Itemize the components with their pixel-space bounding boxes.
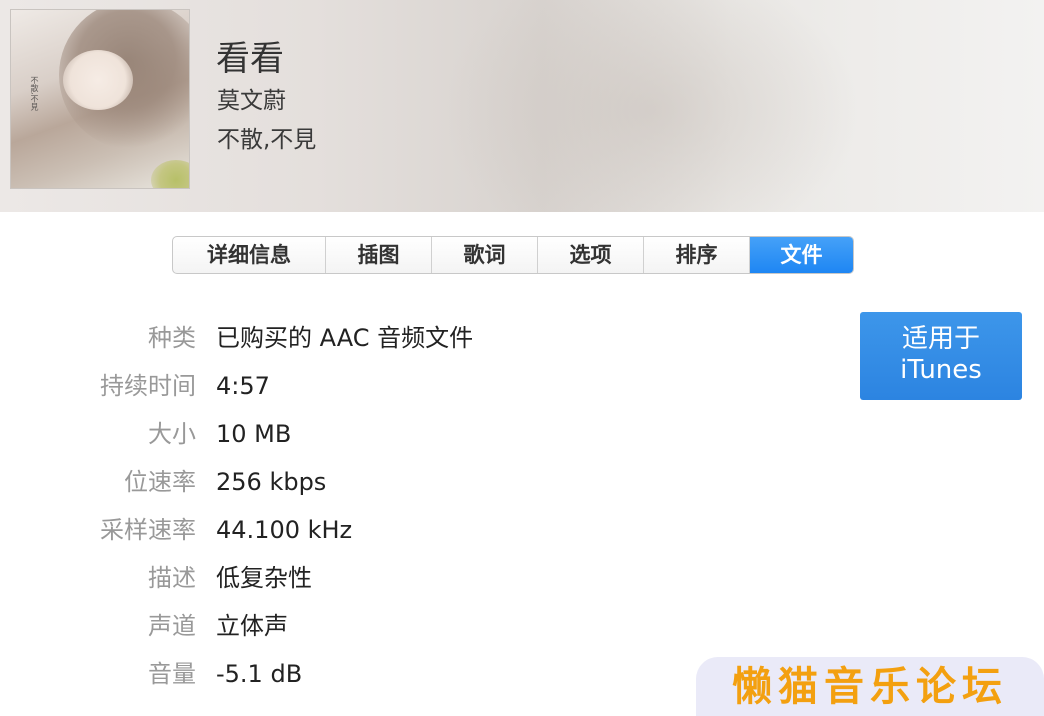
size-label: 大小 bbox=[148, 420, 196, 448]
volume-label: 音量 bbox=[148, 660, 196, 688]
artwork-face bbox=[63, 50, 133, 110]
bitrate-value: 256 kbps bbox=[216, 468, 327, 496]
info-row-size: 大小 bbox=[0, 414, 196, 454]
duration-value: 4:57 bbox=[216, 372, 270, 400]
info-row-duration: 持续时间 bbox=[0, 366, 196, 406]
song-artist: 莫文蔚 bbox=[217, 88, 286, 114]
duration-label: 持续时间 bbox=[100, 372, 196, 400]
forum-watermark: 懒猫音乐论坛 bbox=[696, 657, 1044, 716]
info-row-channels: 声道 bbox=[0, 606, 196, 646]
info-tabs: 详细信息 插图 歌词 选项 排序 文件 bbox=[172, 236, 854, 274]
bitrate-label: 位速率 bbox=[124, 468, 196, 496]
artwork-title-text: 不散,不見 bbox=[30, 76, 39, 111]
info-row-sample-rate: 采样速率 bbox=[0, 510, 196, 550]
tab-sorting[interactable]: 排序 bbox=[644, 237, 750, 273]
sample-rate-label: 采样速率 bbox=[100, 516, 196, 544]
song-header: 不散,不見 看看 莫文蔚 不散,不見 bbox=[0, 0, 1044, 212]
channels-value: 立体声 bbox=[216, 612, 288, 640]
tab-options[interactable]: 选项 bbox=[538, 237, 644, 273]
tab-artwork[interactable]: 插图 bbox=[326, 237, 432, 273]
size-value: 10 MB bbox=[216, 420, 292, 448]
info-row-kind: 种类 bbox=[0, 318, 196, 358]
tab-lyrics[interactable]: 歌词 bbox=[432, 237, 538, 273]
tab-details[interactable]: 详细信息 bbox=[173, 237, 326, 273]
itunes-button-line2: iTunes bbox=[900, 355, 982, 385]
kind-value: 已购买的 AAC 音频文件 bbox=[216, 324, 474, 352]
volume-value: -5.1 dB bbox=[216, 660, 303, 688]
description-value: 低复杂性 bbox=[216, 564, 312, 592]
info-row-description: 描述 bbox=[0, 558, 196, 598]
description-label: 描述 bbox=[148, 564, 196, 592]
album-artwork[interactable]: 不散,不見 bbox=[10, 9, 190, 189]
song-title: 看看 bbox=[216, 39, 284, 79]
song-info-window: 不散,不見 看看 莫文蔚 不散,不見 详细信息 插图 歌词 选项 排序 文件 种… bbox=[0, 0, 1044, 716]
info-row-volume: 音量 bbox=[0, 654, 196, 694]
tab-file[interactable]: 文件 bbox=[750, 237, 853, 273]
channels-label: 声道 bbox=[148, 612, 196, 640]
itunes-button-line1: 适用于 bbox=[901, 324, 980, 354]
kind-label: 种类 bbox=[148, 324, 196, 352]
header-background bbox=[440, 0, 860, 212]
artwork-flower bbox=[151, 160, 189, 188]
song-album: 不散,不見 bbox=[217, 127, 317, 153]
sample-rate-value: 44.100 kHz bbox=[216, 516, 353, 544]
info-row-bitrate: 位速率 bbox=[0, 462, 196, 502]
itunes-button[interactable]: 适用于 iTunes bbox=[860, 312, 1022, 400]
